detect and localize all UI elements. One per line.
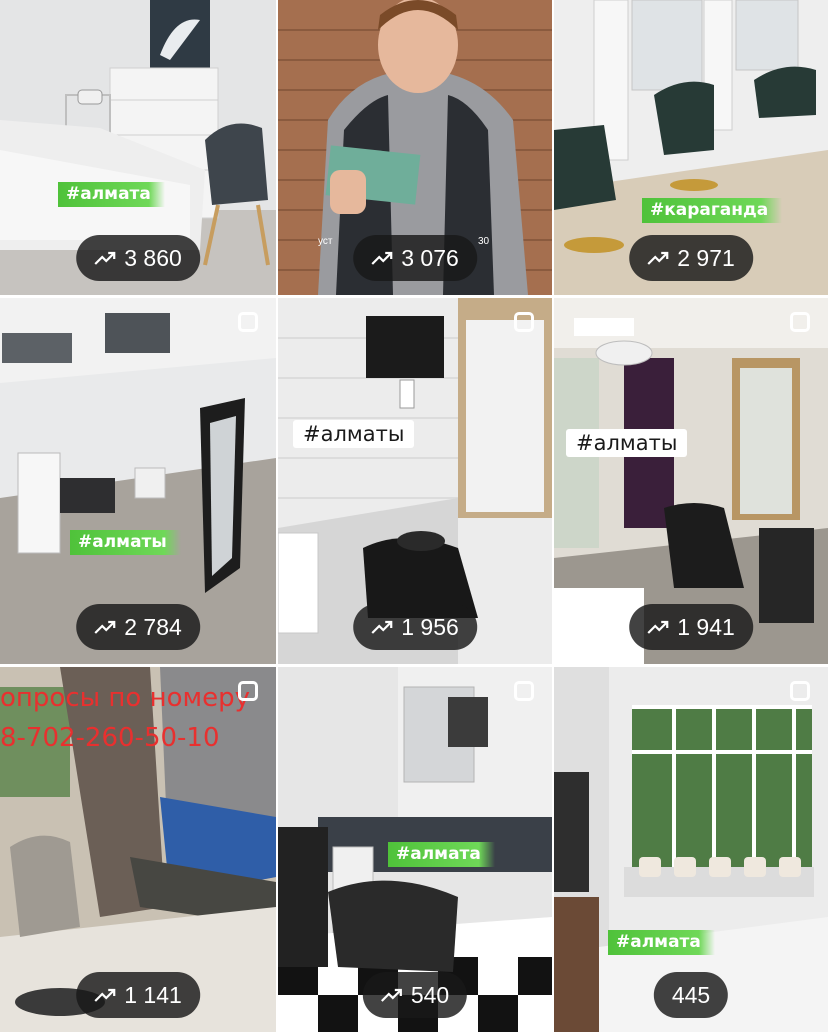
views-count: 1 941 bbox=[677, 613, 735, 640]
multiple-photos-icon bbox=[790, 312, 810, 332]
views-count: 1 141 bbox=[124, 981, 182, 1008]
views-counter: 3 860 bbox=[76, 235, 200, 281]
trending-up-icon bbox=[647, 251, 669, 265]
contact-overlay-text: опросы по номеру bbox=[0, 683, 250, 713]
grid-tile-3[interactable]: #караганда 2 971 bbox=[554, 0, 828, 295]
multiple-photos-icon bbox=[238, 312, 258, 332]
views-counter: 1 941 bbox=[629, 604, 753, 650]
hashtag-label: #алматы bbox=[70, 530, 181, 555]
multiple-photos-icon bbox=[514, 681, 534, 701]
views-counter: 2 971 bbox=[629, 235, 753, 281]
trending-up-icon bbox=[94, 251, 116, 265]
trending-up-icon bbox=[371, 251, 393, 265]
grid-tile-6[interactable]: #алматы 1 941 bbox=[554, 298, 828, 664]
grid-tile-1[interactable]: #алмата 3 860 bbox=[0, 0, 276, 295]
views-counter: 445 bbox=[653, 972, 729, 1018]
trending-up-icon bbox=[94, 620, 116, 634]
grid-tile-8[interactable]: #алмата 540 bbox=[278, 667, 552, 1032]
views-counter: 1 141 bbox=[76, 972, 200, 1018]
grid-tile-7[interactable]: опросы по номеру 8-702-260-50-10 1 141 bbox=[0, 667, 276, 1032]
hashtag-label: #алматы bbox=[566, 429, 688, 457]
views-count: 445 bbox=[671, 981, 711, 1008]
views-counter: 540 bbox=[362, 972, 468, 1018]
views-counter: 3 076 bbox=[353, 235, 477, 281]
video-caption: уст bbox=[318, 236, 333, 247]
views-count: 3 860 bbox=[124, 244, 182, 271]
views-count: 2 784 bbox=[124, 613, 182, 640]
trending-up-icon bbox=[371, 620, 393, 634]
multiple-photos-icon bbox=[238, 681, 258, 701]
views-counter: 2 784 bbox=[76, 604, 200, 650]
views-count: 3 076 bbox=[401, 244, 459, 271]
hashtag-label: #караганда bbox=[642, 198, 783, 223]
trending-up-icon bbox=[94, 988, 116, 1002]
grid-tile-5[interactable]: #алматы 1 956 bbox=[278, 298, 552, 664]
trending-up-icon bbox=[647, 620, 669, 634]
multiple-photos-icon bbox=[790, 681, 810, 701]
hashtag-label: #алмата bbox=[58, 182, 165, 207]
views-count: 1 956 bbox=[401, 613, 459, 640]
contact-phone: 8-702-260-50-10 bbox=[0, 723, 220, 753]
views-count: 540 bbox=[410, 981, 450, 1008]
hashtag-label: #алмата bbox=[608, 930, 715, 955]
hashtag-label: #алмата bbox=[388, 842, 495, 867]
grid-tile-9[interactable]: #алмата 445 bbox=[554, 667, 828, 1032]
trending-up-icon bbox=[381, 988, 402, 1002]
reels-grid: #алмата 3 860 уст 30 3 076 #караганда 2 … bbox=[0, 0, 828, 1032]
grid-tile-2[interactable]: уст 30 3 076 bbox=[278, 0, 552, 295]
views-count: 2 971 bbox=[677, 244, 735, 271]
views-counter: 1 956 bbox=[353, 604, 477, 650]
hashtag-label: #алматы bbox=[293, 420, 415, 448]
video-caption-end: 30 bbox=[478, 236, 490, 247]
multiple-photos-icon bbox=[514, 312, 534, 332]
grid-tile-4[interactable]: #алматы 2 784 bbox=[0, 298, 276, 664]
